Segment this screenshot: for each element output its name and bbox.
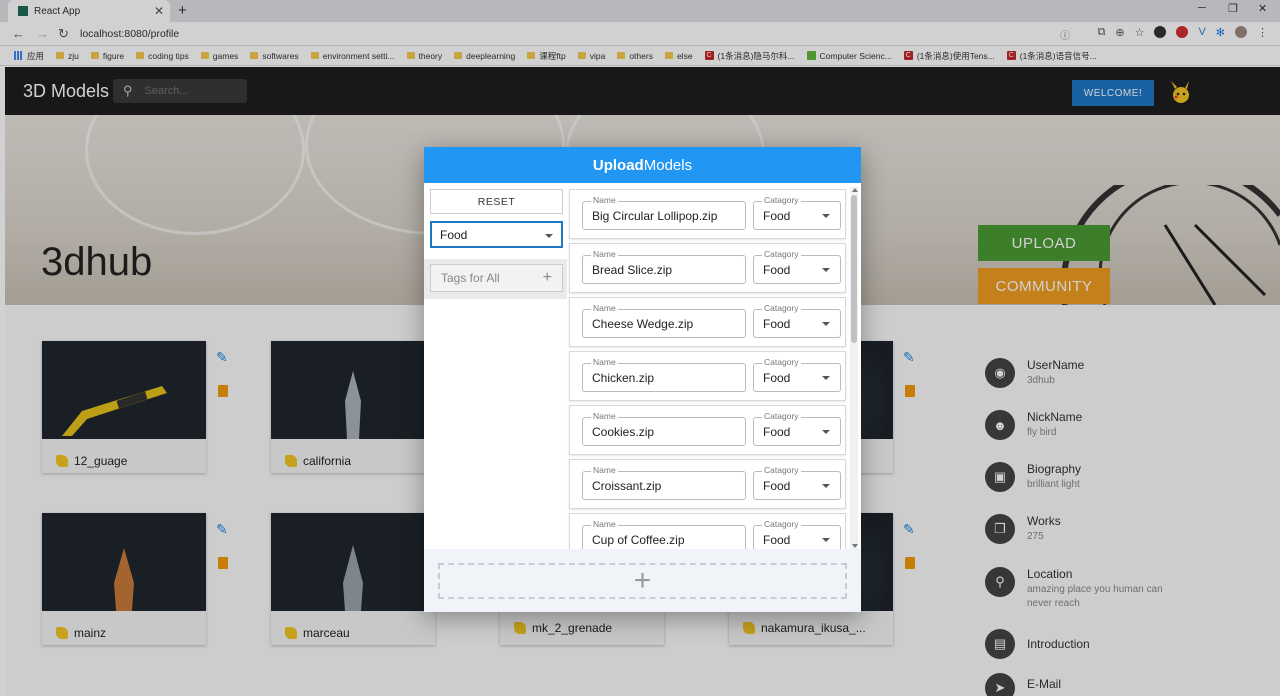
scroll-down-icon[interactable] [852,544,858,548]
file-row: Name Cheese Wedge.zip Catagory Food [569,297,846,347]
file-name-field[interactable]: Name Cup of Coffee.zip [582,519,746,549]
file-row: Name Chicken.zip Catagory Food [569,351,846,401]
file-name-field[interactable]: Name Bread Slice.zip [582,249,746,284]
dialog-left-panel: RESET Food Tags for All + [424,183,567,549]
chevron-down-icon [822,376,830,380]
file-row: Name Croissant.zip Catagory Food [569,459,846,509]
file-row: Name Cookies.zip Catagory Food [569,405,846,455]
file-category-select[interactable]: Catagory Food [753,195,841,230]
file-name-field[interactable]: Name Big Circular Lollipop.zip [582,195,746,230]
reset-button[interactable]: RESET [430,189,563,214]
chevron-down-icon [822,538,830,542]
scrollbar-thumb[interactable] [851,195,857,343]
chevron-down-icon [822,214,830,218]
dialog-footer: + [424,549,861,612]
file-category-select[interactable]: Catagory Food [753,303,841,338]
file-category-select[interactable]: Catagory Food [753,249,841,284]
file-category-select[interactable]: Catagory Food [753,465,841,500]
tags-bar: Tags for All + [424,259,567,299]
add-tag-icon[interactable]: + [543,269,552,287]
dialog-title: Upload Models [424,147,861,183]
plus-icon: + [633,564,652,597]
file-name-field[interactable]: Name Cheese Wedge.zip [582,303,746,338]
upload-models-dialog: Upload Models RESET Food Tags for All + N… [424,147,861,612]
file-row: Name Big Circular Lollipop.zip Catagory Fo… [569,189,846,239]
file-category-select[interactable]: Catagory Food [753,357,841,392]
chevron-down-icon [822,484,830,488]
chevron-down-icon [822,268,830,272]
file-category-select[interactable]: Catagory Food [753,411,841,446]
chevron-down-icon [822,322,830,326]
file-list-scrollbar[interactable] [850,187,858,549]
file-category-select[interactable]: Catagory Food [753,519,841,549]
file-name-field[interactable]: Name Croissant.zip [582,465,746,500]
tags-input[interactable]: Tags for All + [430,264,563,292]
add-files-dropzone[interactable]: + [438,563,847,599]
chevron-down-icon [545,234,553,238]
file-row: Name Cup of Coffee.zip Catagory Food [569,513,846,549]
file-name-field[interactable]: Name Cookies.zip [582,411,746,446]
chevron-down-icon [822,430,830,434]
file-row: Name Bread Slice.zip Catagory Food [569,243,846,293]
scroll-up-icon[interactable] [852,188,858,192]
upload-file-list: Name Big Circular Lollipop.zip Catagory Fo… [567,183,861,549]
file-name-field[interactable]: Name Chicken.zip [582,357,746,392]
global-category-select[interactable]: Food [430,221,563,248]
